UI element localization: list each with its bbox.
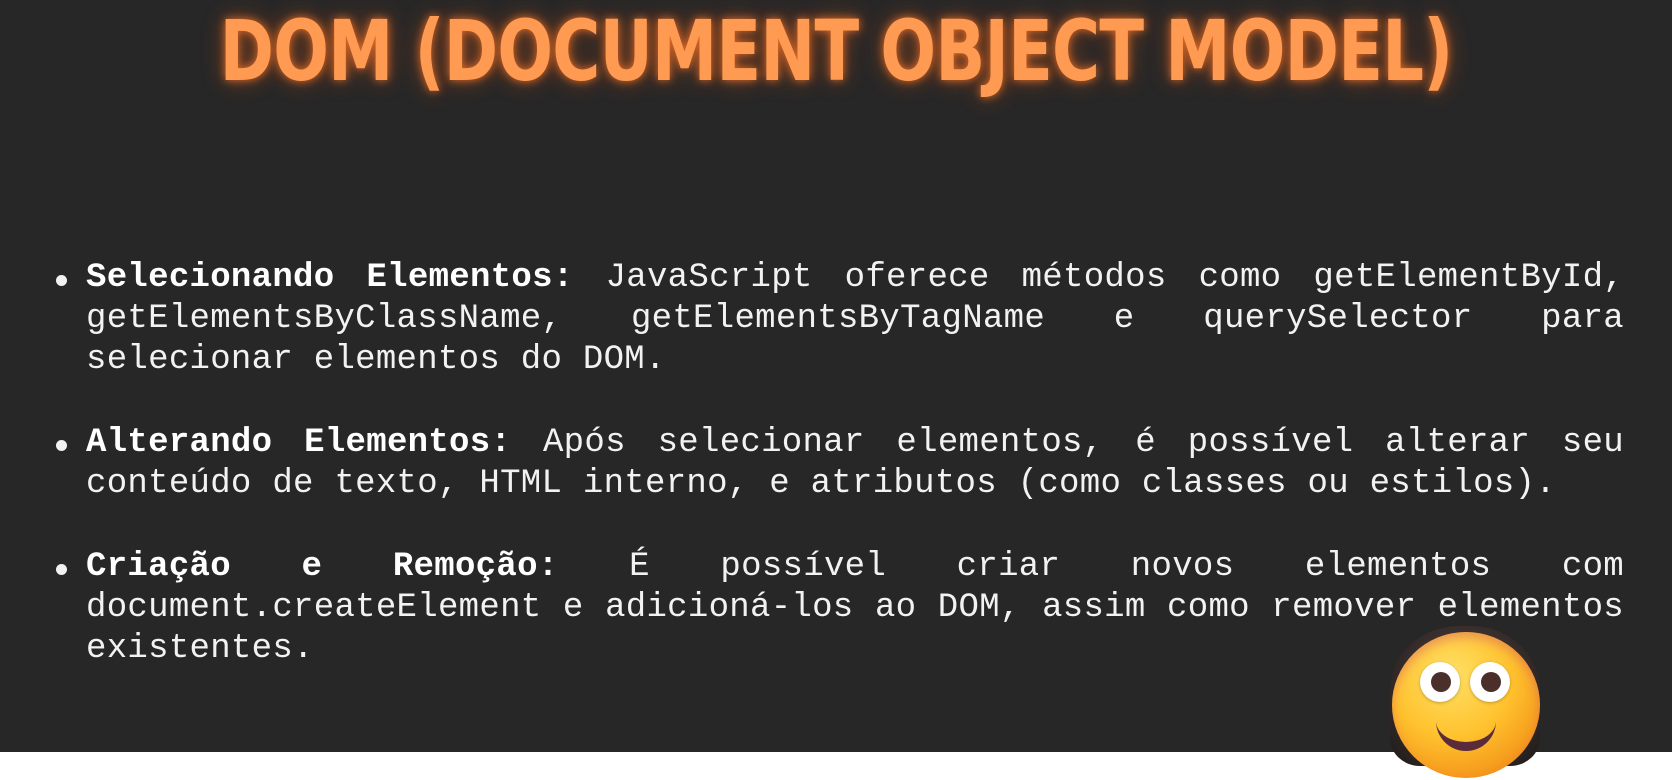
bullet-dot-icon xyxy=(56,440,67,451)
bullet-term: Selecionando Elementos: xyxy=(86,259,606,297)
emoji-pupil xyxy=(1481,672,1501,692)
bullet-item-selecting: Selecionando Elementos: JavaScript ofere… xyxy=(52,258,1624,381)
bullet-term: Criação e Remoção: xyxy=(86,548,630,586)
bullet-term: Alterando Elementos: xyxy=(86,424,543,462)
emoji-left-eye xyxy=(1420,662,1460,702)
emoji-mouth xyxy=(1436,712,1496,751)
bullet-item-altering: Alterando Elementos: Após selecionar ele… xyxy=(52,423,1624,505)
emoji-pupil xyxy=(1431,672,1451,692)
bullet-dot-icon xyxy=(56,564,67,575)
slide-title: DOM (DOCUMENT OBJECT MODEL) xyxy=(219,2,1454,100)
bullet-dot-icon xyxy=(56,275,67,286)
emoji-right-eye xyxy=(1470,662,1510,702)
smiling-face-emoji-icon xyxy=(1392,632,1540,778)
webcam-overlay xyxy=(1378,618,1546,780)
